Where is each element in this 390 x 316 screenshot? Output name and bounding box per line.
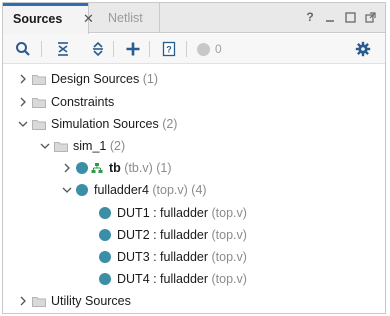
collapse-all-icon[interactable] (53, 39, 73, 59)
gear-icon[interactable] (353, 39, 373, 59)
tab-bar: Sources ✕ Netlist ? (3, 3, 385, 34)
folder-icon (32, 74, 46, 85)
chevron-right-icon[interactable] (18, 97, 28, 107)
tree-item-dut3[interactable]: DUT3 : fulladder (top.v) (3, 247, 385, 267)
tree-item-label: Design Sources (1) (51, 72, 159, 86)
tree-item-utility-sources[interactable]: Utility Sources (3, 291, 385, 311)
folder-icon (32, 97, 46, 108)
tab-netlist[interactable]: Netlist (98, 3, 160, 33)
add-sources-icon[interactable] (123, 39, 143, 59)
module-icon (99, 273, 111, 285)
chevron-down-icon[interactable] (40, 141, 50, 151)
folder-icon (32, 119, 46, 130)
chevron-right-icon[interactable] (62, 163, 72, 173)
svg-text:?: ? (166, 45, 172, 55)
tree-item-fulladder4[interactable]: fulladder4 (top.v) (4) (3, 180, 385, 200)
tree-item-label: DUT4 : fulladder (top.v) (117, 272, 247, 286)
module-icon (99, 207, 111, 219)
tree-item-label: fulladder4 (top.v) (4) (94, 183, 207, 197)
help-icon[interactable]: ? (303, 10, 317, 24)
tree-item-label: DUT3 : fulladder (top.v) (117, 250, 247, 264)
module-icon (76, 184, 88, 196)
chevron-down-icon[interactable] (18, 119, 28, 129)
toolbar-separator (186, 41, 187, 57)
tree-item-constraints[interactable]: Constraints (3, 92, 385, 112)
tree-item-label: tb (tb.v) (1) (109, 161, 172, 175)
expand-all-icon[interactable] (88, 39, 108, 59)
minimize-icon[interactable] (323, 10, 337, 24)
module-icon (76, 162, 88, 174)
toolbar: ? 0 (3, 34, 385, 64)
tree-item-label: sim_1 (2) (73, 139, 126, 153)
folder-icon (32, 296, 46, 307)
tab-sources-label: Sources (13, 11, 63, 26)
tree-item-dut2[interactable]: DUT2 : fulladder (top.v) (3, 225, 385, 245)
tree-item-label: Simulation Sources (2) (51, 117, 178, 131)
chevron-down-icon[interactable] (62, 185, 72, 195)
sources-panel: Sources ✕ Netlist ? ? 0 Design Sources (… (2, 2, 386, 314)
status-indicator-icon (197, 43, 210, 56)
tree-item-design-sources[interactable]: Design Sources (1) (3, 69, 385, 89)
tab-netlist-label: Netlist (108, 11, 143, 25)
search-icon[interactable] (13, 39, 33, 59)
window-controls: ? (303, 10, 377, 24)
status-count: 0 (215, 42, 222, 56)
module-icon (99, 229, 111, 241)
chevron-right-icon[interactable] (18, 296, 28, 306)
tree-item-label: Constraints (51, 95, 115, 109)
toolbar-separator (41, 41, 42, 57)
module-icon (99, 251, 111, 263)
restore-icon[interactable] (343, 10, 357, 24)
close-icon[interactable]: ✕ (83, 11, 94, 27)
tree-item-label: Utility Sources (51, 294, 131, 308)
chevron-right-icon[interactable] (18, 74, 28, 84)
tree-item-dut4[interactable]: DUT4 : fulladder (top.v) (3, 269, 385, 289)
toolbar-separator (113, 41, 114, 57)
tree-item-simulation-sources[interactable]: Simulation Sources (2) (3, 114, 385, 134)
tree-item-tb[interactable]: tb (tb.v) (1) (3, 158, 385, 178)
toolbar-separator (149, 41, 150, 57)
tree-item-label: DUT1 : fulladder (top.v) (117, 206, 247, 220)
hierarchy-top-icon (91, 162, 103, 177)
properties-icon[interactable]: ? (159, 39, 179, 59)
tab-sources[interactable]: Sources ✕ (3, 3, 94, 34)
tree-item-dut1[interactable]: DUT1 : fulladder (top.v) (3, 203, 385, 223)
tree-item-sim-1[interactable]: sim_1 (2) (3, 136, 385, 156)
float-icon[interactable] (363, 10, 377, 24)
folder-icon (54, 141, 68, 152)
tree-item-label: DUT2 : fulladder (top.v) (117, 228, 247, 242)
